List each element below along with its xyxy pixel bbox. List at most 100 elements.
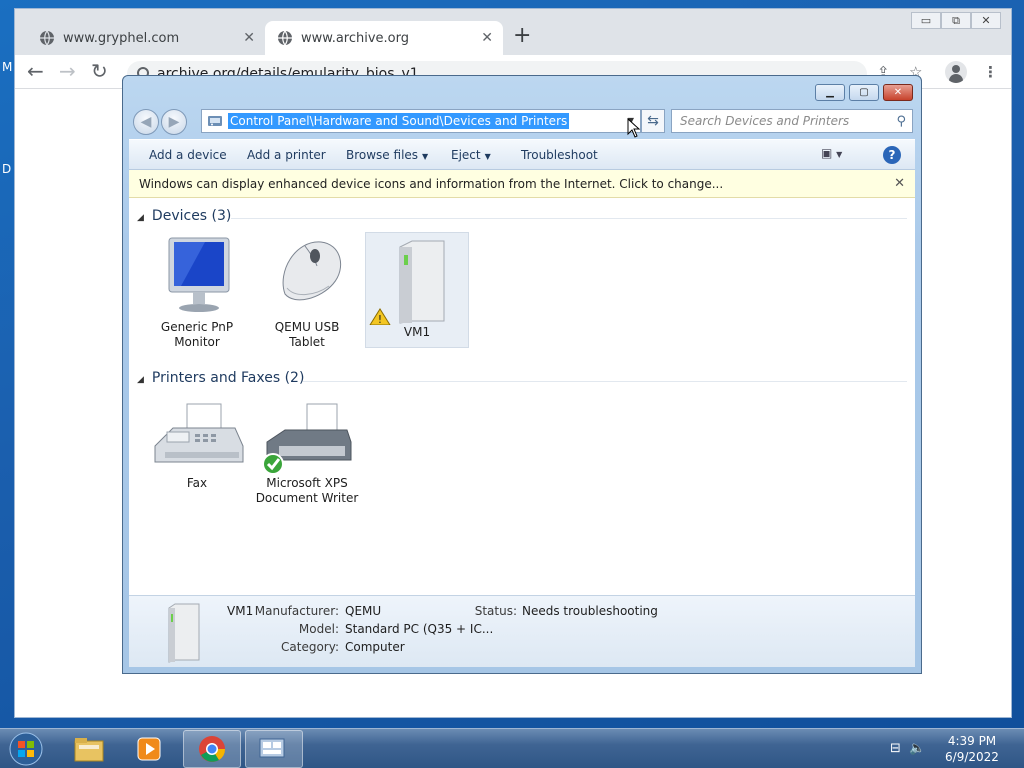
tab-strip: www.gryphel.com ✕ www.archive.org ✕ + ▭ … xyxy=(15,9,1011,55)
eject-label: Eject xyxy=(451,148,481,162)
manufacturer-value: QEMU xyxy=(345,604,382,618)
details-pane: VM1 Manufacturer: QEMU Model: Standard P… xyxy=(129,595,915,667)
desktop-icon-label-fragment: M xyxy=(2,60,13,74)
maximize-button[interactable]: ▢ xyxy=(849,84,879,101)
taskbar-file-explorer[interactable] xyxy=(60,730,118,768)
forward-arrow-icon[interactable]: → xyxy=(59,61,76,81)
mouse-cursor-icon xyxy=(627,118,641,138)
start-button-icon[interactable] xyxy=(6,731,46,767)
back-arrow-icon[interactable]: ← xyxy=(27,61,44,81)
network-icon[interactable]: ⊟ xyxy=(890,741,901,756)
category-value: Computer xyxy=(345,640,405,654)
eject-button[interactable]: Eject ▼ xyxy=(451,148,491,162)
back-button[interactable]: ◀ xyxy=(133,109,159,135)
manufacturer-label: Manufacturer: xyxy=(254,604,339,618)
device-item[interactable]: QEMU USB Tablet xyxy=(255,228,359,350)
help-icon[interactable]: ? xyxy=(883,146,901,164)
refresh-button[interactable]: ⇆ xyxy=(641,109,665,133)
minimize-button[interactable]: ▁ xyxy=(815,84,845,101)
mouse-icon xyxy=(255,228,359,320)
collapse-triangle-icon: ◢ xyxy=(137,375,144,385)
system-tray-icons: ⊟ 🔈 xyxy=(890,741,925,756)
file-explorer-icon xyxy=(74,738,104,762)
menu-kebab-icon[interactable]: ⋮ xyxy=(983,63,998,81)
chevron-down-icon: ▼ xyxy=(836,150,843,159)
taskbar-chrome[interactable] xyxy=(183,730,241,768)
device-item[interactable]: Generic PnP Monitor xyxy=(145,228,249,350)
desktop-icon-label-fragment: D xyxy=(2,162,12,176)
tab-archive[interactable]: www.archive.org ✕ xyxy=(265,21,503,55)
devices-and-printers-window: ▁ ▢ ✕ ◀ ▶ Control Panel\Hardware and Sou… xyxy=(122,75,922,674)
change-view-button[interactable]: ▣ ▼ xyxy=(821,146,861,164)
group-title: Printers and Faxes (2) xyxy=(151,370,305,386)
group-header-devices[interactable]: ◢ Devices (3) xyxy=(137,208,231,224)
add-printer-button[interactable]: Add a printer xyxy=(247,148,326,162)
device-label: Generic PnP xyxy=(160,320,234,334)
chevron-down-icon: ▼ xyxy=(422,152,429,161)
taskbar-media-player[interactable] xyxy=(120,730,178,768)
group-divider xyxy=(303,381,907,382)
media-player-icon xyxy=(137,737,161,761)
browser-window-controls: ▭ ⧉ ✕ xyxy=(911,12,1001,29)
tab-title: www.archive.org xyxy=(301,30,410,46)
group-divider xyxy=(231,218,907,219)
volume-icon[interactable]: 🔈 xyxy=(909,741,925,756)
view-icon: ▣ xyxy=(821,146,833,160)
device-label: VM1 xyxy=(403,325,431,339)
troubleshoot-button[interactable]: Troubleshoot xyxy=(521,148,598,162)
device-label: Microsoft XPS xyxy=(266,476,348,490)
tab-gryphel[interactable]: www.gryphel.com ✕ xyxy=(27,21,265,55)
group-title: Devices (3) xyxy=(151,208,232,224)
close-icon[interactable]: ✕ xyxy=(894,176,905,191)
globe-icon xyxy=(40,30,54,46)
minimize-button[interactable]: ▭ xyxy=(911,12,941,29)
device-label: Tablet xyxy=(289,335,325,349)
clock-date: 6/9/2022 xyxy=(945,750,999,764)
device-label: Document Writer xyxy=(255,491,359,505)
taskbar-devices-printers[interactable] xyxy=(245,730,303,768)
chrome-icon xyxy=(199,736,226,762)
clock-time: 4:39 PM xyxy=(947,734,997,748)
svg-text:!: ! xyxy=(378,313,382,325)
navigation-buttons: ◀ ▶ xyxy=(131,109,191,135)
info-bar-message: Windows can display enhanced device icon… xyxy=(139,177,724,191)
computer-tower-icon: ! xyxy=(366,233,468,326)
tab-title: www.gryphel.com xyxy=(63,30,180,46)
profile-avatar-icon[interactable] xyxy=(945,61,967,83)
search-icon[interactable]: ⚲ xyxy=(896,111,906,133)
monitor-icon xyxy=(145,228,249,320)
device-list: ◢ Devices (3) Generic PnP Monitor QEMU U… xyxy=(129,198,915,595)
clock[interactable]: 4:39 PM 6/9/2022 xyxy=(932,733,1012,765)
close-button[interactable]: ✕ xyxy=(883,84,913,101)
browse-files-label: Browse files xyxy=(346,148,419,162)
globe-icon xyxy=(278,30,292,46)
device-item[interactable]: Fax xyxy=(145,402,249,491)
search-placeholder: Search Devices and Printers xyxy=(680,114,850,128)
taskbar: ⊟ 🔈 4:39 PM 6/9/2022 xyxy=(0,728,1024,768)
search-input[interactable]: Search Devices and Printers ⚲ xyxy=(671,109,913,133)
devices-printers-icon xyxy=(259,738,285,758)
address-bar[interactable]: Control Panel\Hardware and Sound\Devices… xyxy=(201,109,641,133)
printer-icon xyxy=(255,402,359,476)
computer-tower-icon xyxy=(168,603,200,663)
group-header-printers[interactable]: ◢ Printers and Faxes (2) xyxy=(137,370,304,386)
info-bar[interactable]: Windows can display enhanced device icon… xyxy=(129,170,915,198)
status-value: Needs troubleshooting xyxy=(522,604,658,618)
tab-close-icon[interactable]: ✕ xyxy=(243,30,255,46)
device-item[interactable]: Microsoft XPS Document Writer xyxy=(255,402,359,506)
new-tab-button[interactable]: + xyxy=(513,25,531,47)
close-button[interactable]: ✕ xyxy=(971,12,1001,29)
desktop-edge: M D xyxy=(0,58,14,718)
restore-button[interactable]: ⧉ xyxy=(941,12,971,29)
tab-close-icon[interactable]: ✕ xyxy=(481,30,493,46)
add-device-button[interactable]: Add a device xyxy=(149,148,227,162)
browse-files-button[interactable]: Browse files ▼ xyxy=(346,148,428,162)
window-controls: ▁ ▢ ✕ xyxy=(811,84,913,101)
address-path[interactable]: Control Panel\Hardware and Sound\Devices… xyxy=(228,113,570,129)
chevron-down-icon: ▼ xyxy=(484,152,491,161)
forward-button[interactable]: ▶ xyxy=(161,109,187,135)
control-panel-icon xyxy=(208,116,222,126)
reload-icon[interactable]: ↻ xyxy=(91,61,108,81)
device-item-vm1[interactable]: ! VM1 xyxy=(365,232,469,348)
category-label: Category: xyxy=(281,640,339,654)
